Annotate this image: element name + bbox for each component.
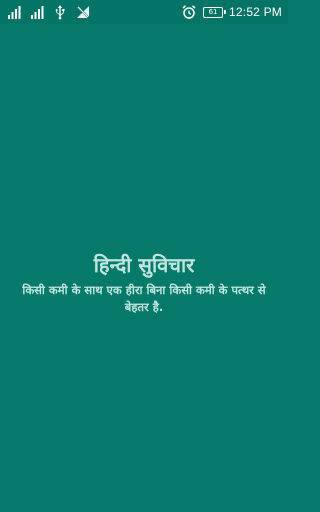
status-time: 12:52 PM — [229, 5, 282, 19]
usb-icon — [55, 5, 65, 20]
signal-icon — [8, 6, 21, 19]
status-icons-left — [6, 4, 91, 20]
battery-level: 61 — [208, 7, 218, 16]
alarm-icon — [182, 5, 196, 19]
status-icons-right: 61 12:52 PM — [181, 4, 282, 20]
splash-content: हिन्दी सुविचार किसी कमी के साथ एक हीरा ब… — [0, 252, 288, 316]
no-network-icon — [77, 6, 90, 19]
signal-icon — [31, 6, 44, 19]
quote-text: किसी कमी के साथ एक हीरा बिना किसी कमी के… — [22, 283, 266, 314]
app-title: हिन्दी सुविचार — [93, 253, 195, 277]
status-bar: 61 12:52 PM — [0, 0, 288, 24]
battery-icon: 61 — [203, 6, 227, 18]
